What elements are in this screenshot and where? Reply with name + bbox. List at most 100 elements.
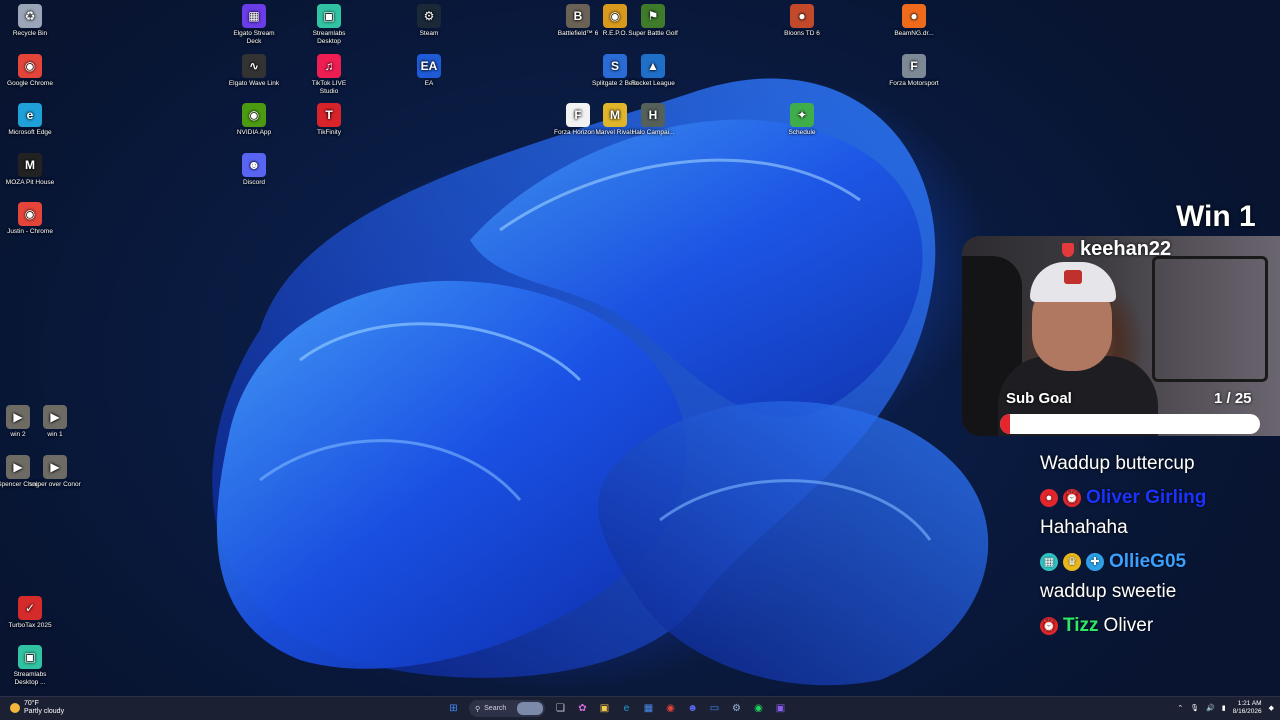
alarm-badge-icon: ⏰	[1040, 617, 1058, 635]
battery-icon[interactable]: ▮	[1222, 704, 1226, 712]
video-thumb-icon: ▶	[6, 455, 30, 479]
desktop-icon-justin-chrome[interactable]: ◉ Justin - Chrome	[4, 202, 56, 236]
taskbar-search-box[interactable]: ⚲ Search	[469, 700, 545, 717]
sub-goal-progress-bar	[1000, 414, 1260, 434]
shield-icon	[1062, 242, 1074, 257]
chat-username-row: ● ⏰ Oliver Girling	[1040, 482, 1280, 514]
desktop-icon-moza-pit-house[interactable]: M MOZA Pit House	[4, 153, 56, 187]
desktop-icon-steam[interactable]: ⚙ Steam	[403, 4, 455, 38]
display-icon: ▭	[709, 703, 720, 714]
task-view-button[interactable]: ❏	[551, 699, 570, 718]
notification-bell-icon[interactable]: ◆	[1269, 704, 1274, 712]
weather-widget[interactable]: 70°F Partly cloudy	[10, 700, 64, 716]
stream-deck-icon: ▦	[242, 4, 266, 28]
desktop-icon-sniper-over-conor[interactable]: ▶ sniper over Conor	[29, 455, 81, 489]
desktop-icon-label: Google Chrome	[7, 80, 53, 87]
search-placeholder: Search	[484, 705, 507, 712]
desktop-icon-halo-campaign[interactable]: H Halo Campai...	[627, 103, 679, 137]
video-thumb-icon: ▶	[43, 405, 67, 429]
sub-goal-label: Sub Goal	[1006, 390, 1072, 407]
desktop-icon-label: Streamlabs Desktop	[312, 30, 346, 45]
person-badge-icon: ●	[1040, 489, 1058, 507]
desktop-icon-turbotax-2025[interactable]: ✓ TurboTax 2025	[4, 596, 56, 630]
weather-temp: 70°F	[24, 700, 39, 707]
desktop-icon-tikfinity[interactable]: T TikFinity	[303, 103, 355, 137]
turbotax-icon: ✓	[18, 596, 42, 620]
chat-overlay: Waddup buttercup ● ⏰ Oliver Girling Hahahaha…	[1040, 450, 1280, 642]
desktop-icon-recycle-bin[interactable]: ♻ Recycle Bin	[4, 4, 56, 38]
desktop-icon-bloons-td-6[interactable]: ● Bloons TD 6	[776, 4, 828, 38]
display-taskbar-button[interactable]: ▭	[705, 699, 724, 718]
chrome-taskbar-button[interactable]: ◉	[661, 699, 680, 718]
desktop-icon-label: Elgato Stream Deck	[233, 30, 275, 45]
chrome-icon: ◉	[18, 54, 42, 78]
clock-date: 8/16/2026	[1232, 708, 1262, 715]
taskbar: 70°F Partly cloudy ⊞ ⚲ Search ❏ ✿ ▣ e ▦ ◉ ☻ ▭ ⚙ ◉ ▣ ⌃…	[0, 696, 1280, 720]
moza-icon: M	[18, 153, 42, 177]
microphone-icon[interactable]: 🎙	[1190, 704, 1199, 712]
desktop-icon-label: MOZA Pit House	[5, 179, 55, 186]
chrome-icon: ◉	[18, 202, 42, 226]
repo-icon: ◉	[603, 4, 627, 28]
steam-taskbar-button[interactable]: ⚙	[727, 699, 746, 718]
clock[interactable]: 1:21 AM 8/16/2026	[1233, 700, 1262, 716]
desktop-icon-elgato-wave-link[interactable]: ∿ Elgato Wave Link	[228, 54, 280, 88]
desktop[interactable]: ♻ Recycle Bin ◉ Google Chrome e Microsoft Edg…	[0, 0, 1280, 696]
desktop-icon-tiktok-live-studio[interactable]: ♫ TikTok LIVE Studio	[303, 54, 355, 96]
sub-goal-progress-fill	[1000, 414, 1011, 434]
desktop-icon-schedule[interactable]: ✦ Schedule	[776, 103, 828, 137]
desktop-icon-label: TikFinity	[317, 129, 341, 136]
speaker-icon[interactable]: 🔊	[1206, 704, 1215, 712]
alarm-badge-icon: ⏰	[1063, 489, 1081, 507]
desktop-icon-rocket-league[interactable]: ▲ Rocket League	[627, 54, 679, 88]
spotify-taskbar-button[interactable]: ◉	[749, 699, 768, 718]
golf-icon: ⚑	[641, 4, 665, 28]
edge-taskbar-button[interactable]: e	[617, 699, 636, 718]
desktop-icon-streamlabs-desktop[interactable]: ▣ Streamlabs Desktop	[303, 4, 355, 46]
tikfinity-icon: T	[317, 103, 341, 127]
steam-icon: ⚙	[732, 703, 741, 714]
desktop-icon-streamlabs-desktop-2[interactable]: ▣ Streamlabs Desktop ...	[4, 645, 56, 687]
chevron-up-icon[interactable]: ⌃	[1177, 704, 1183, 712]
desktop-icon-super-battle-golf[interactable]: ⚑ Super Battle Golf	[627, 4, 679, 38]
ea-icon: EA	[417, 54, 441, 78]
schedule-icon: ✦	[790, 103, 814, 127]
chat-message: Hahahaha	[1040, 517, 1128, 538]
desktop-icon-beamng[interactable]: ● BeamNG.dr...	[888, 4, 940, 38]
discord-taskbar-button[interactable]: ☻	[683, 699, 702, 718]
desktop-icon-google-chrome[interactable]: ◉ Google Chrome	[4, 54, 56, 88]
desktop-icon-elgato-stream-deck[interactable]: ▦ Elgato Stream Deck	[228, 4, 280, 46]
streamlabs-taskbar-button[interactable]: ▣	[771, 699, 790, 718]
recycle-bin-icon: ♻	[18, 4, 42, 28]
desktop-icon-discord[interactable]: ☻ Discord	[228, 153, 280, 187]
partly-cloudy-icon	[10, 703, 20, 713]
streamer-name: keehan22	[1062, 238, 1171, 261]
desktop-icon-ea[interactable]: EA EA	[403, 54, 455, 88]
desktop-icon-label: sniper over Conor	[29, 481, 81, 488]
desktop-icon-label: Halo Campai...	[631, 129, 675, 136]
desktop-icon-win-1[interactable]: ▶ win 1	[29, 405, 81, 439]
desktop-icon-microsoft-edge[interactable]: e Microsoft Edge	[4, 103, 56, 137]
search-highlight-icon	[517, 702, 543, 715]
start-button[interactable]: ⊞	[444, 699, 463, 718]
crown-badge-icon: ♛	[1063, 553, 1081, 571]
chat-username-row: ⏰ Tizz Oliver	[1040, 610, 1280, 642]
forza-icon: F	[566, 103, 590, 127]
desktop-icon-label: Schedule	[788, 129, 816, 136]
sim-rig	[1152, 256, 1268, 382]
taskbar-apps: ⊞ ⚲ Search ❏ ✿ ▣ e ▦ ◉ ☻ ▭ ⚙ ◉ ▣	[444, 699, 790, 718]
copilot-button[interactable]: ✿	[573, 699, 592, 718]
desktop-icon-label: Discord	[242, 179, 266, 186]
desktop-icon-forza-motorsport[interactable]: F Forza Motorsport	[888, 54, 940, 88]
rocket-league-icon: ▲	[641, 54, 665, 78]
halo-icon: H	[641, 103, 665, 127]
desktop-icon-nvidia-app[interactable]: ◉ NVIDIA App	[228, 103, 280, 137]
edge-icon: e	[18, 103, 42, 127]
desktop-icon-label: Elgato Wave Link	[228, 80, 280, 87]
bloons-icon: ●	[790, 4, 814, 28]
desktop-icon-label: win 1	[47, 431, 63, 438]
wave-link-icon: ∿	[242, 54, 266, 78]
store-button[interactable]: ▦	[639, 699, 658, 718]
chrome-icon: ◉	[666, 703, 675, 714]
file-explorer-button[interactable]: ▣	[595, 699, 614, 718]
